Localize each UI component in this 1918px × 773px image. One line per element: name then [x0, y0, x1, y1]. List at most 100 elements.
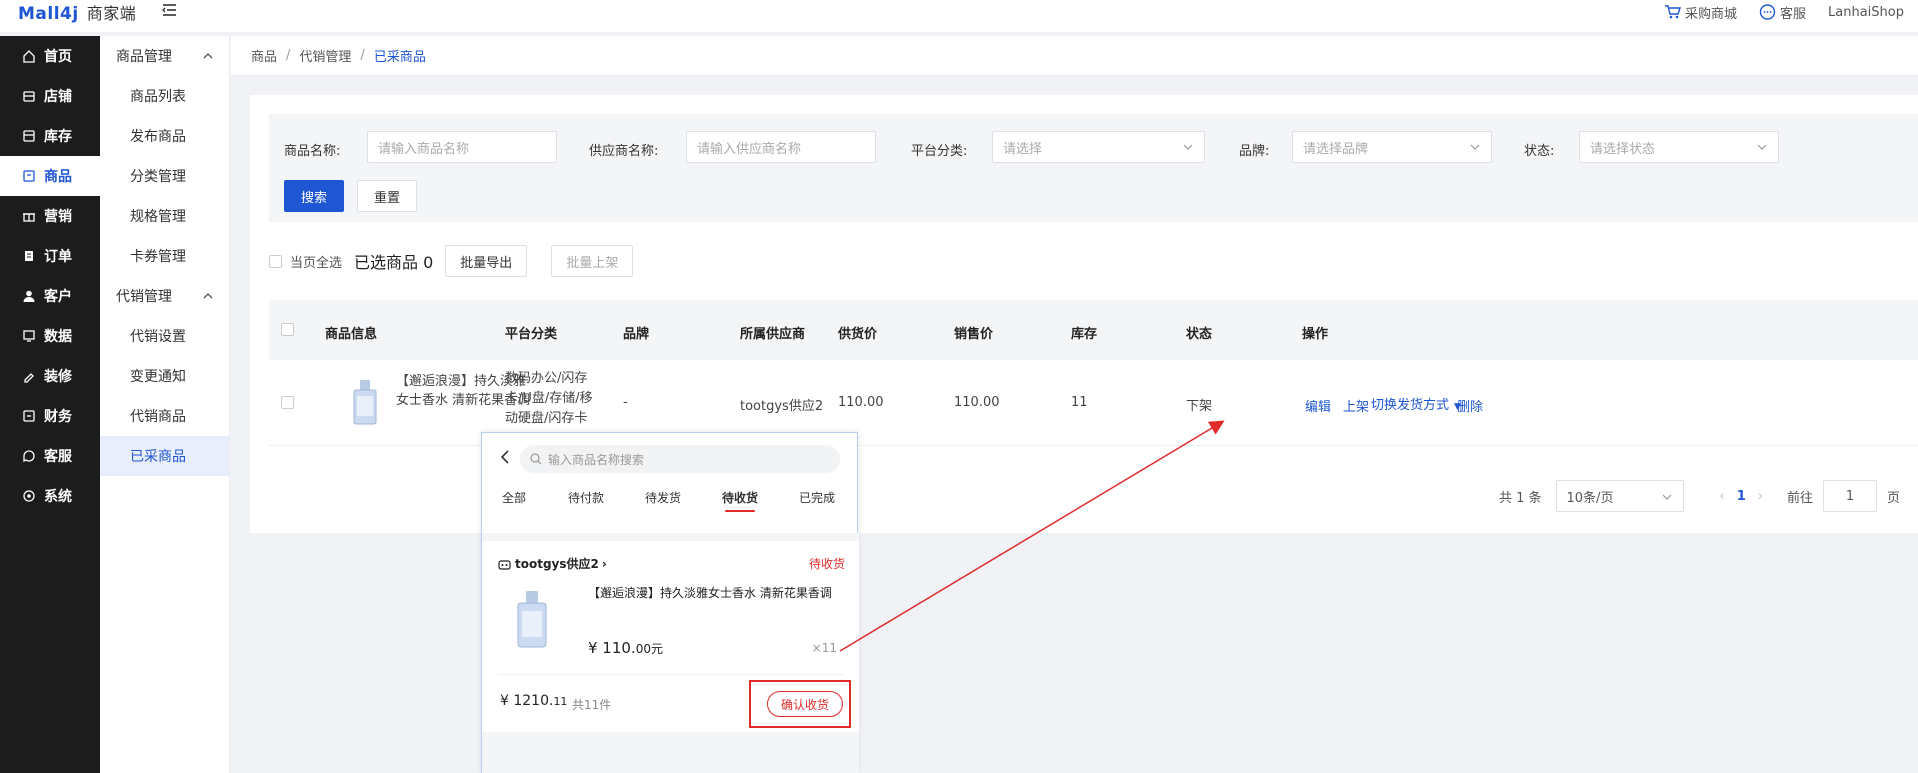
sidebar-item-inventory[interactable]: 库存	[0, 116, 100, 156]
submenu-item-consign-products[interactable]: 代销商品	[100, 396, 229, 436]
settings-icon	[23, 490, 35, 502]
mobile-order-card: tootgys供应2 › 待收货 【邂逅浪漫】持久淡雅女士香水 清新花果香调 ¥…	[482, 533, 859, 733]
back-arrow-icon[interactable]	[500, 449, 510, 465]
finance-icon	[23, 410, 35, 422]
delete-link[interactable]: 删除	[1457, 396, 1483, 415]
category-placeholder: 请选择	[1003, 141, 1043, 157]
batch-shelve-button[interactable]: 批量上架	[551, 245, 634, 277]
sidebar-item-store[interactable]: 店铺	[0, 76, 100, 116]
supplier-input[interactable]: 请输入供应商名称	[686, 131, 876, 163]
user-menu[interactable]: LanhaiShop	[1828, 5, 1904, 20]
sidebar-label: 商品	[44, 169, 72, 185]
brand-placeholder: 请选择品牌	[1303, 141, 1369, 157]
tab-completed[interactable]: 已完成	[799, 489, 835, 506]
submenu-group-product[interactable]: 商品管理	[100, 36, 229, 76]
goto-page-input[interactable]: 1	[1822, 480, 1877, 512]
tab-pending-payment[interactable]: 待付款	[568, 489, 604, 506]
supply-price: 110.00	[838, 395, 884, 410]
user-icon	[23, 290, 35, 302]
switch-shipping-dropdown[interactable]: 切换发货方式 ▼	[1371, 394, 1461, 413]
page-size-select[interactable]: 10条/页	[1555, 480, 1684, 512]
tab-pending-shipment[interactable]: 待发货	[645, 489, 681, 506]
chevron-down-icon	[1662, 494, 1671, 500]
breadcrumb-item[interactable]: 代销管理	[299, 46, 351, 65]
product-name-input[interactable]: 请输入商品名称	[367, 131, 557, 163]
chevron-down-icon	[1470, 144, 1480, 150]
col-stock: 库存	[1071, 327, 1098, 342]
status-select[interactable]: 请选择状态	[1579, 131, 1779, 163]
breadcrumb-current: 已采商品	[373, 50, 426, 65]
logo: Mall4j 商家端	[18, 0, 136, 24]
mobile-store-name[interactable]: tootgys供应2 ›	[498, 555, 607, 572]
submenu-item-change-notice[interactable]: 变更通知	[100, 356, 229, 396]
sidebar-item-finance[interactable]: 财务	[0, 396, 100, 436]
submenu-item-product-list[interactable]: 商品列表	[100, 76, 229, 116]
pagination: 共 1 条 10条/页 ‹ 1 › 前往 1 页	[1499, 480, 1900, 512]
next-page-icon[interactable]: ›	[1758, 489, 1763, 504]
batch-export-button[interactable]: 批量导出	[445, 245, 528, 277]
mobile-order-total: ¥ 1210.11	[500, 693, 567, 709]
brand-label: 品牌:	[1239, 144, 1270, 159]
category-select[interactable]: 请选择	[992, 131, 1205, 163]
header-checkbox[interactable]	[281, 323, 294, 336]
submenu-item-coupon[interactable]: 卡券管理	[100, 236, 229, 276]
inventory-icon	[23, 130, 35, 142]
sidebar-item-service[interactable]: 客服	[0, 436, 100, 476]
select-all-checkbox[interactable]	[269, 254, 282, 268]
sidebar-item-product[interactable]: 商品	[0, 156, 100, 196]
submenu-item-category[interactable]: 分类管理	[100, 156, 229, 196]
mobile-bottom-area	[482, 732, 859, 773]
purchase-mall-link[interactable]: 采购商城	[1664, 3, 1737, 22]
row-checkbox[interactable]	[281, 396, 294, 409]
sidebar-label: 系统	[44, 489, 72, 505]
tab-pending-receipt[interactable]: 待收货	[722, 489, 758, 506]
submenu-item-consign-settings[interactable]: 代销设置	[100, 316, 229, 356]
brand-select[interactable]: 请选择品牌	[1292, 131, 1492, 163]
edit-link[interactable]: 编辑	[1305, 396, 1331, 415]
decorate-icon	[24, 373, 34, 383]
tab-all[interactable]: 全部	[502, 489, 526, 506]
supplier-label: 供应商名称:	[589, 144, 659, 159]
sidebar-item-system[interactable]: 系统	[0, 476, 100, 516]
divider	[498, 674, 843, 675]
submenu-group-label: 商品管理	[116, 49, 172, 65]
sidebar-item-decorate[interactable]: 装修	[0, 356, 100, 396]
breadcrumb-item[interactable]: 商品	[251, 46, 277, 65]
select-all-label: 当页全选	[290, 255, 343, 271]
chat-icon	[23, 450, 35, 463]
confirm-receipt-button[interactable]: 确认收货	[767, 691, 843, 717]
search-button[interactable]: 搜索	[284, 180, 344, 212]
sidebar-item-home[interactable]: 首页	[0, 36, 100, 76]
sidebar-item-marketing[interactable]: 营销	[0, 196, 100, 236]
active-tab-underline	[725, 510, 755, 512]
sidebar-label: 首页	[44, 49, 72, 65]
sidebar-label: 数据	[44, 329, 72, 345]
customer-service-link[interactable]: 客服	[1759, 3, 1806, 22]
shelve-link[interactable]: 上架	[1343, 396, 1369, 415]
sidebar-label: 库存	[44, 129, 72, 145]
submenu-group-consign[interactable]: 代销管理	[100, 276, 229, 316]
order-icon	[25, 251, 33, 261]
store-label: tootgys供应2	[515, 557, 599, 571]
sidebar-item-data[interactable]: 数据	[0, 316, 100, 356]
chevron-right-icon: ›	[601, 556, 607, 571]
submenu-item-purchased-products[interactable]: 已采商品	[100, 436, 229, 476]
sidebar-label: 装修	[44, 369, 72, 385]
menu-collapse-icon[interactable]	[160, 1, 178, 19]
mobile-search-input[interactable]: 输入商品名称搜索	[520, 445, 840, 473]
price-main: ¥ 110.	[588, 639, 636, 657]
submenu-item-publish[interactable]: 发布商品	[100, 116, 229, 156]
submenu-item-spec[interactable]: 规格管理	[100, 196, 229, 236]
reset-button[interactable]: 重置	[357, 180, 417, 212]
mobile-product-price: ¥ 110.00元	[588, 639, 663, 657]
sale-price: 110.00	[954, 395, 1000, 410]
sidebar-item-customer[interactable]: 客户	[0, 276, 100, 316]
sidebar-item-order[interactable]: 订单	[0, 236, 100, 276]
category-label: 平台分类:	[911, 144, 968, 159]
batch-bar: 当页全选 已选商品 0 批量导出 批量上架	[269, 245, 634, 277]
current-page[interactable]: 1	[1737, 489, 1746, 504]
product-supplier: tootgys供应2	[740, 399, 824, 414]
prev-page-icon[interactable]: ‹	[1720, 489, 1725, 504]
col-brand: 品牌	[623, 327, 650, 342]
col-category: 平台分类	[505, 327, 558, 342]
